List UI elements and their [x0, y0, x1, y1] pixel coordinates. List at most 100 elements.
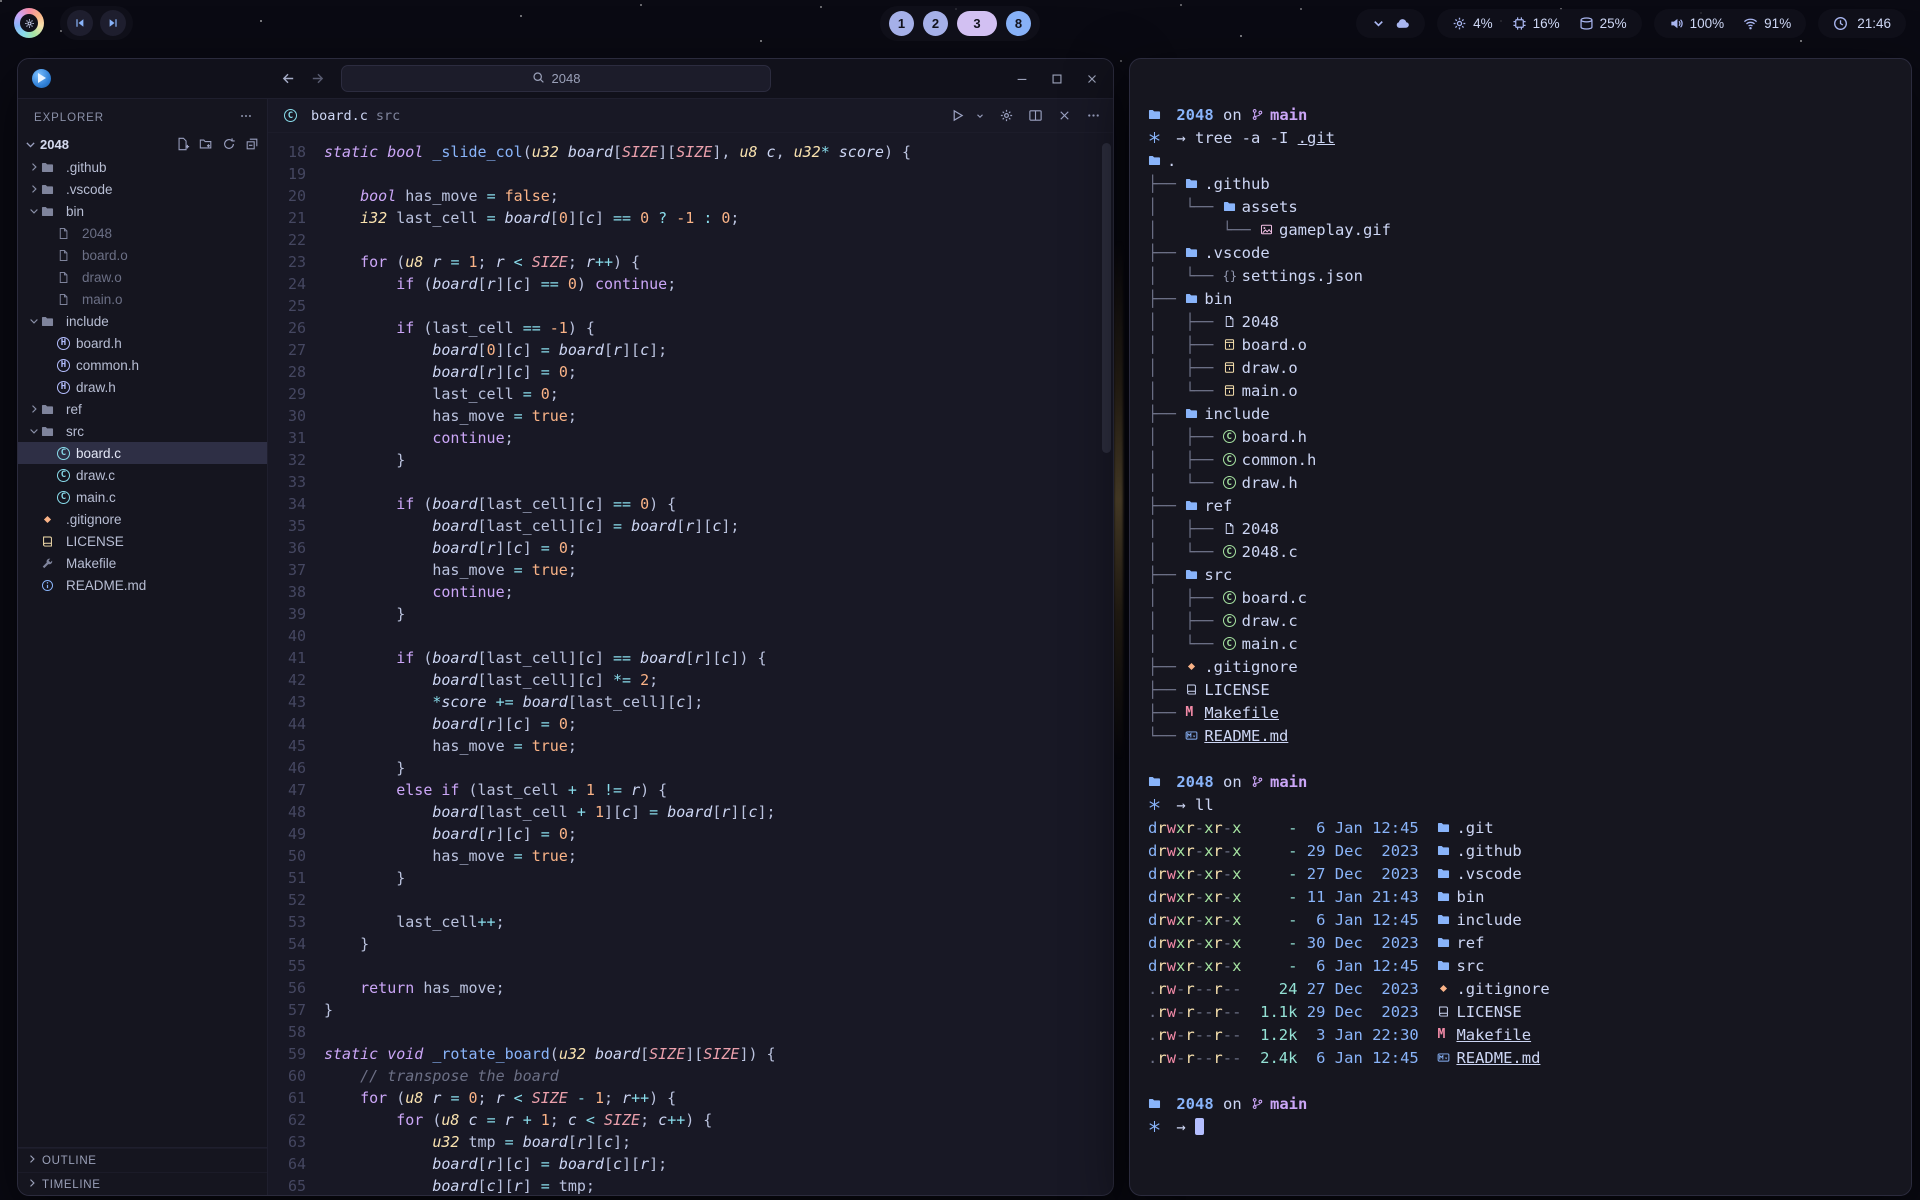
minimize-button[interactable] — [1015, 72, 1029, 86]
workspace-2[interactable]: 2 — [923, 11, 948, 36]
outline-panel[interactable]: OUTLINE — [18, 1148, 267, 1172]
folder-icon — [41, 161, 60, 174]
code-line: 41 if (board[last_cell][c] == board[r][c… — [268, 647, 1113, 669]
folder-icon — [41, 183, 60, 196]
weather-widget[interactable] — [1356, 9, 1425, 38]
chevron-right-icon — [26, 1177, 38, 1192]
c-icon: C — [1223, 637, 1236, 650]
code-line: 29 last_cell = 0; — [268, 383, 1113, 405]
workspace-8[interactable]: 8 — [1006, 11, 1031, 36]
file-icon — [57, 293, 76, 306]
chevron-right-icon — [26, 1153, 38, 1168]
settings-gear-button[interactable] — [999, 108, 1014, 123]
workspace-3[interactable]: 3 — [957, 11, 997, 36]
nav-forward-icon[interactable] — [310, 71, 325, 86]
media-prev-button[interactable] — [67, 10, 93, 36]
collapse-all-button[interactable] — [245, 137, 259, 151]
explorer-more-button[interactable] — [239, 109, 253, 126]
terminal-line: └── README.md — [1148, 724, 1891, 747]
editor-scrollbar[interactable] — [1102, 143, 1111, 453]
timeline-panel[interactable]: TIMELINE — [18, 1172, 267, 1196]
line-number: 36 — [268, 537, 324, 559]
explorer-item-LICENSE[interactable]: LICENSE — [18, 530, 267, 552]
timeline-label: TIMELINE — [42, 1179, 101, 1191]
terminal-line: drwxr-xr-x - 6 Jan 12:45 .git — [1148, 816, 1891, 839]
file-icon — [1223, 522, 1242, 535]
explorer-item-ref[interactable]: ref — [18, 398, 267, 420]
folder-icon — [1437, 936, 1456, 949]
line-number: 49 — [268, 823, 324, 845]
code-line: 55 — [268, 955, 1113, 977]
nav-back-icon[interactable] — [281, 71, 296, 86]
explorer-item-board.o[interactable]: board.o — [18, 244, 267, 266]
audio-network[interactable]: 100% 91% — [1654, 9, 1807, 38]
media-next-button[interactable] — [100, 10, 126, 36]
archive-icon — [1223, 384, 1242, 397]
command-center-search[interactable]: 2048 — [341, 65, 771, 92]
terminal-line: . — [1148, 149, 1891, 172]
book-icon — [41, 535, 60, 548]
distro-logo-icon[interactable] — [14, 8, 44, 38]
close-button[interactable] — [1085, 72, 1099, 86]
code-line: 62 for (u8 c = r + 1; c < SIZE; c++) { — [268, 1109, 1113, 1131]
new-folder-button[interactable] — [199, 137, 213, 151]
explorer-item-.vscode[interactable]: .vscode — [18, 178, 267, 200]
explorer-item-common.h[interactable]: Hcommon.h — [18, 354, 267, 376]
code-line: 27 board[0][c] = board[r][c]; — [268, 339, 1113, 361]
chevron-down-icon — [24, 138, 40, 151]
explorer-item-.github[interactable]: .github — [18, 156, 267, 178]
explorer-item-main.o[interactable]: main.o — [18, 288, 267, 310]
code-line: 20 bool has_move = false; — [268, 185, 1113, 207]
split-editor-button[interactable] — [1028, 108, 1043, 123]
run-button[interactable] — [950, 108, 965, 123]
explorer-item-draw.o[interactable]: draw.o — [18, 266, 267, 288]
explorer-item-include[interactable]: include — [18, 310, 267, 332]
system-stats[interactable]: 4% 16% 25% — [1437, 9, 1642, 38]
terminal-line: 2048 on main — [1148, 1092, 1891, 1115]
folder-icon — [41, 315, 60, 328]
explorer-item-Makefile[interactable]: Makefile — [18, 552, 267, 574]
run-dropdown-icon[interactable] — [979, 111, 985, 121]
line-number: 48 — [268, 801, 324, 823]
explorer-item-main.c[interactable]: Cmain.c — [18, 486, 267, 508]
explorer-item-board.c[interactable]: Cboard.c — [18, 442, 267, 464]
explorer-item-src[interactable]: src — [18, 420, 267, 442]
terminal-content[interactable]: 2048 on main → tree -a -I .git.├── .gith… — [1130, 59, 1911, 1138]
explorer-root[interactable]: 2048 — [18, 132, 267, 156]
maximize-button[interactable] — [1050, 72, 1064, 86]
line-number: 28 — [268, 361, 324, 383]
folder-icon — [41, 403, 60, 416]
code-line: 36 board[r][c] = 0; — [268, 537, 1113, 559]
explorer-item-label: bin — [66, 204, 84, 219]
explorer-item-label: draw.c — [76, 468, 115, 483]
terminal-line: ├── bin — [1148, 287, 1891, 310]
workspace-1[interactable]: 1 — [889, 11, 914, 36]
breadcrumb[interactable]: C board.c src — [284, 108, 400, 124]
folder-icon — [1185, 292, 1204, 305]
c-file-icon: C — [284, 109, 297, 122]
explorer-sidebar: EXPLORER 2048 .github.vscodebin2048board… — [18, 99, 268, 1196]
terminal-line: .rw-r--r-- 24 27 Dec 2023 .gitignore — [1148, 977, 1891, 1000]
terminal-window[interactable]: 2048 on main → tree -a -I .git.├── .gith… — [1129, 58, 1912, 1196]
refresh-button[interactable] — [222, 137, 236, 151]
c-icon: C — [1223, 476, 1236, 489]
line-number: 24 — [268, 273, 324, 295]
chevron-down-icon — [26, 425, 41, 437]
new-file-button[interactable] — [176, 137, 190, 151]
git-branch-icon — [1251, 1097, 1270, 1110]
code-area[interactable]: 18static bool _slide_col(u32 board[SIZE]… — [268, 133, 1113, 1196]
explorer-item-README.md[interactable]: README.md — [18, 574, 267, 596]
explorer-item-2048[interactable]: 2048 — [18, 222, 267, 244]
explorer-item-draw.c[interactable]: Cdraw.c — [18, 464, 267, 486]
folder-icon — [41, 205, 60, 218]
explorer-item-draw.h[interactable]: Hdraw.h — [18, 376, 267, 398]
explorer-item-.gitignore[interactable]: .gitignore — [18, 508, 267, 530]
close-editor-button[interactable] — [1057, 108, 1072, 123]
line-number: 22 — [268, 229, 324, 251]
explorer-item-board.h[interactable]: Hboard.h — [18, 332, 267, 354]
explorer-item-bin[interactable]: bin — [18, 200, 267, 222]
chevron-right-icon — [26, 183, 41, 195]
clock-widget[interactable]: 21:46 — [1818, 9, 1906, 38]
more-actions-button[interactable] — [1086, 108, 1101, 123]
line-number: 59 — [268, 1043, 324, 1065]
